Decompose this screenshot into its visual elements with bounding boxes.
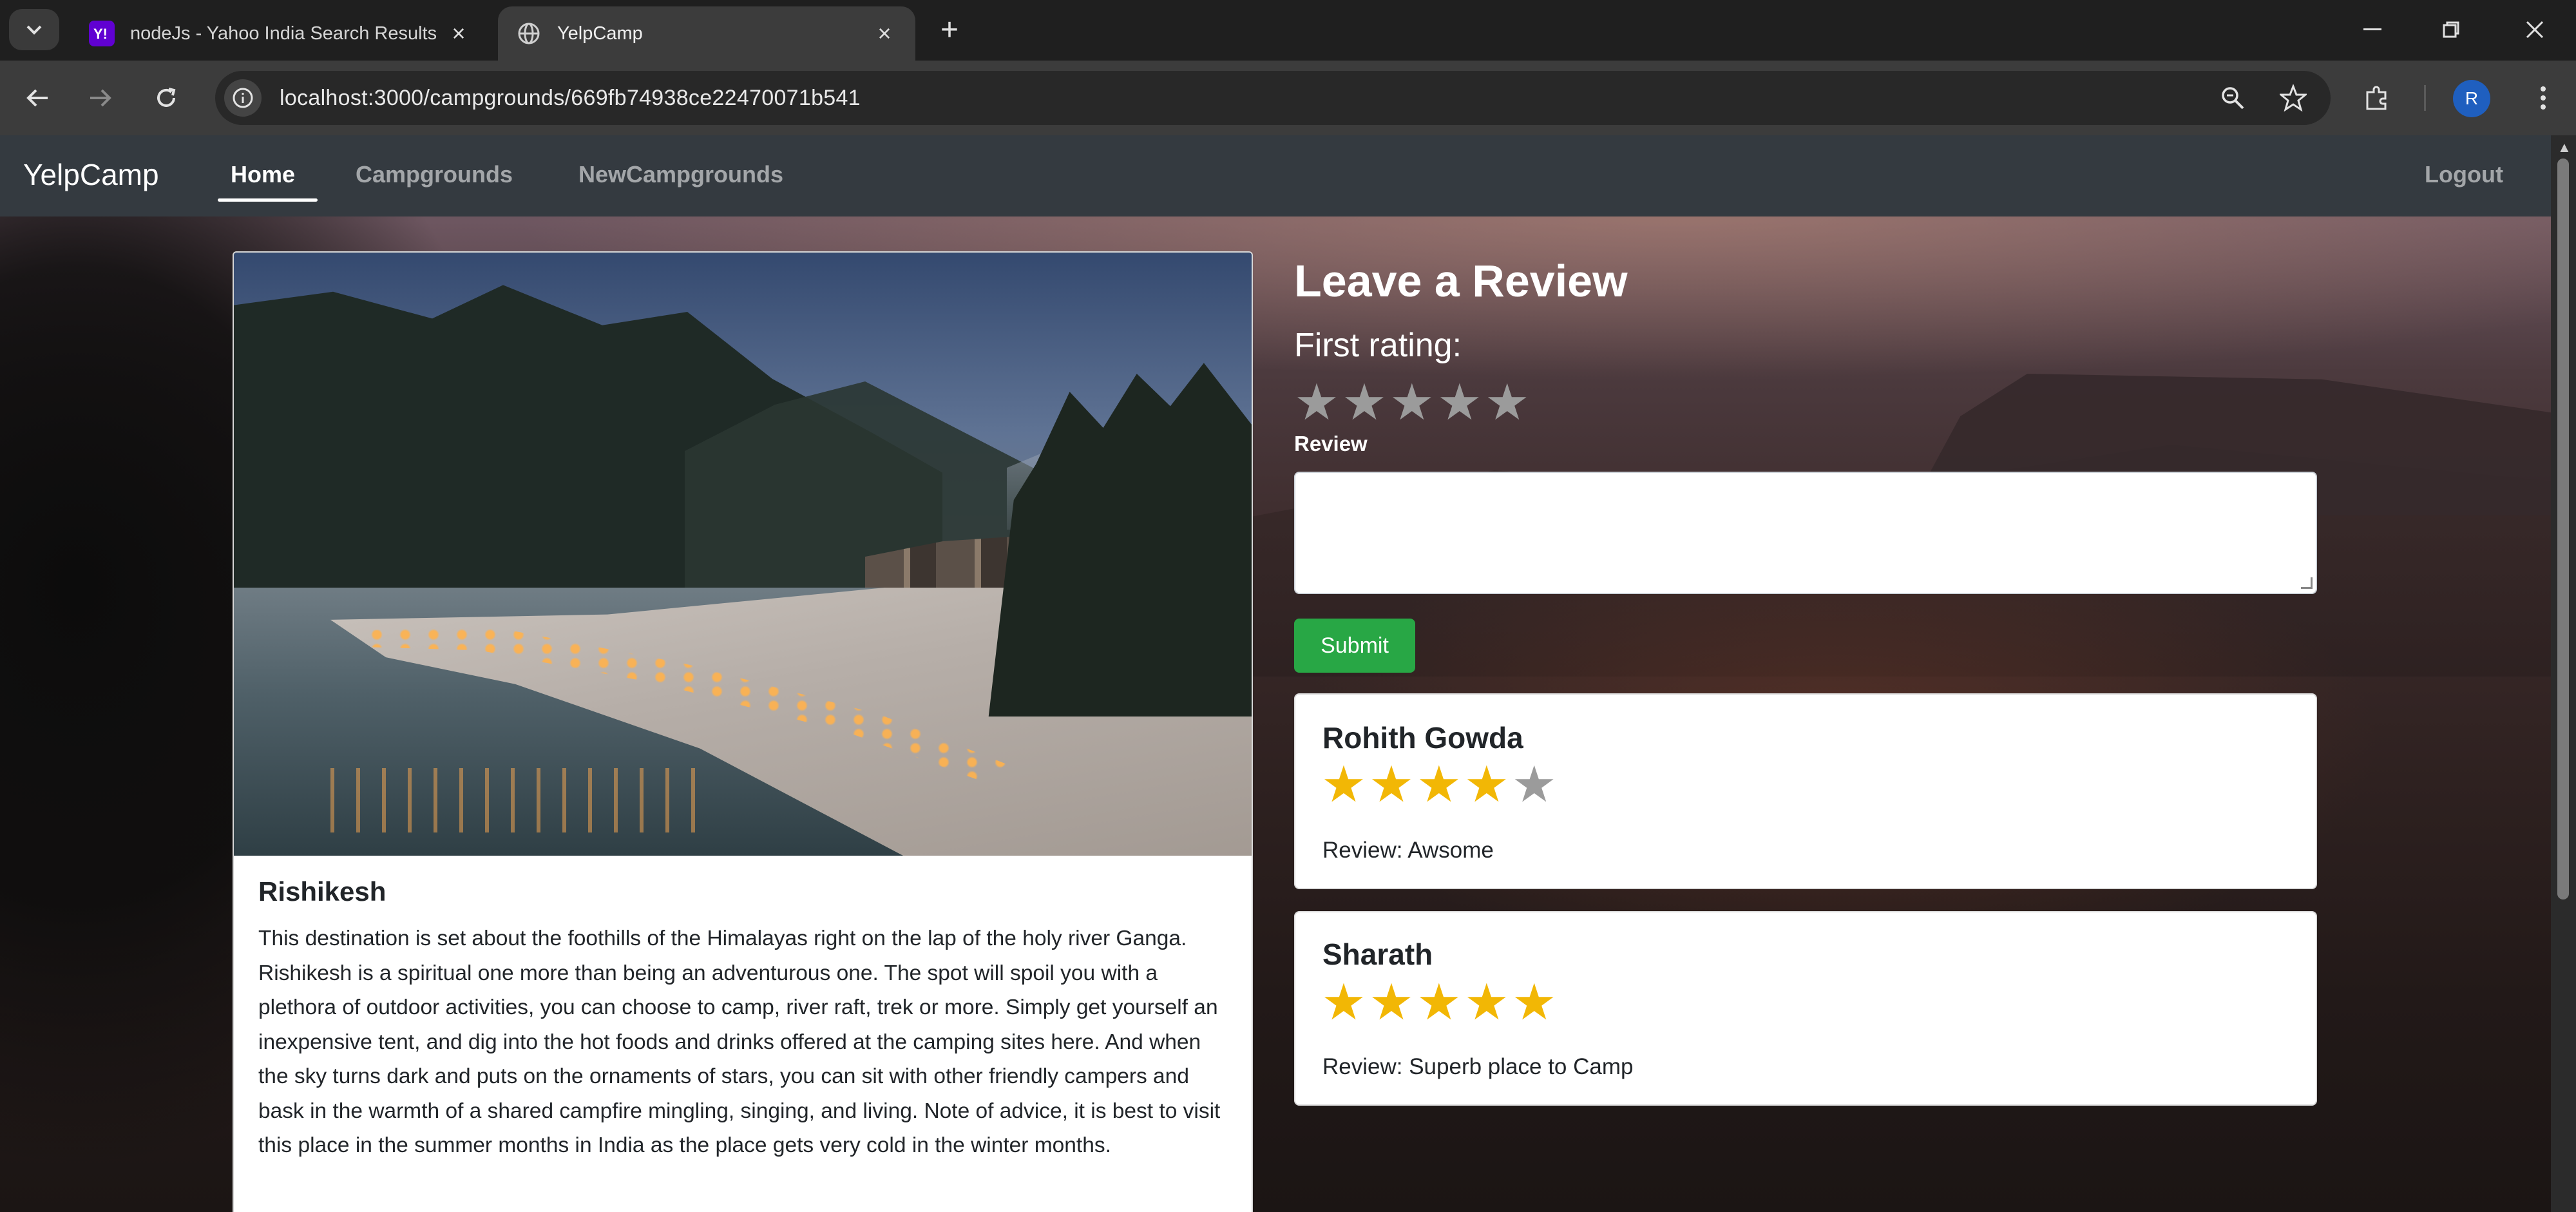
window-close-icon[interactable]: [2512, 9, 2557, 50]
rating-star-1[interactable]: ★: [1294, 377, 1339, 427]
scrollbar-thumb[interactable]: [2557, 159, 2569, 899]
minimize-icon[interactable]: [2350, 9, 2395, 50]
campground-title: Rishikesh: [258, 876, 386, 907]
review-star-rating: ★ ★ ★ ★ ★: [1321, 977, 1557, 1027]
browser-tabstrip: Y! nodeJs - Yahoo India Search Results ×…: [0, 0, 2576, 61]
url-text: localhost:3000/campgrounds/669fb74938ce2…: [280, 85, 861, 110]
site-navbar: YelpCamp Home Campgrounds NewCampgrounds…: [0, 135, 2576, 216]
review-card: Rohith Gowda ★ ★ ★ ★ ★ Review: Awsome: [1294, 693, 2317, 889]
review-author: Rohith Gowda: [1322, 721, 1523, 755]
tab-yahoo-search[interactable]: Y! nodeJs - Yahoo India Search Results ×: [71, 6, 490, 61]
zoom-icon[interactable]: [2213, 79, 2252, 117]
review-card: Sharath ★ ★ ★ ★ ★ Review: Superb place t…: [1294, 911, 2317, 1106]
star-filled-icon: ★: [1511, 974, 1557, 1030]
review-form-heading: Leave a Review: [1294, 256, 1628, 306]
extensions-puzzle-icon[interactable]: [2356, 77, 2398, 119]
kebab-menu-icon[interactable]: [2525, 77, 2561, 119]
rating-star-input[interactable]: ★ ★ ★ ★ ★: [1294, 377, 1530, 427]
star-filled-icon: ★: [1416, 974, 1462, 1030]
address-bar[interactable]: localhost:3000/campgrounds/669fb74938ce2…: [215, 71, 2331, 125]
campground-card-body: Rishikesh This destination is set about …: [258, 876, 1230, 1163]
rating-star-4[interactable]: ★: [1437, 377, 1482, 427]
toolbar-divider: [2424, 85, 2426, 111]
nav-link-home[interactable]: Home: [231, 161, 295, 188]
star-filled-icon: ★: [1321, 974, 1366, 1030]
close-icon[interactable]: ×: [872, 20, 897, 46]
textarea-resize-handle[interactable]: [2301, 577, 2313, 589]
tab-title: nodeJs - Yahoo India Search Results: [130, 23, 437, 44]
review-text: Review: Awsome: [1322, 838, 1494, 863]
nav-link-logout[interactable]: Logout: [2425, 161, 2503, 188]
yahoo-icon: Y!: [89, 21, 115, 46]
review-field-label: Review: [1294, 432, 1368, 456]
svg-text:Y!: Y!: [93, 26, 108, 41]
campground-description: This destination is set about the foothi…: [258, 927, 1221, 1157]
globe-icon: [516, 21, 542, 46]
scroll-up-icon[interactable]: ▲: [2557, 139, 2571, 156]
rating-star-5[interactable]: ★: [1485, 377, 1530, 427]
forward-arrow-icon[interactable]: [80, 77, 121, 119]
navbar-brand[interactable]: YelpCamp: [23, 157, 159, 192]
rating-label: First rating:: [1294, 327, 1462, 364]
star-filled-icon: ★: [1464, 974, 1509, 1030]
star-empty-icon: ★: [1511, 756, 1557, 813]
new-tab-plus-icon[interactable]: +: [931, 12, 968, 48]
campground-card: Rishikesh This destination is set about …: [233, 251, 1253, 1212]
star-filled-icon: ★: [1464, 756, 1509, 813]
nav-link-new-campgrounds[interactable]: NewCampgrounds: [578, 161, 783, 188]
tab-search-button[interactable]: [9, 9, 59, 50]
site-info-icon[interactable]: [224, 79, 262, 117]
rating-star-2[interactable]: ★: [1342, 377, 1387, 427]
browser-toolbar: localhost:3000/campgrounds/669fb74938ce2…: [0, 61, 2576, 135]
submit-review-button[interactable]: Submit: [1294, 619, 1415, 673]
star-filled-icon: ★: [1368, 974, 1414, 1030]
star-filled-icon: ★: [1321, 756, 1366, 813]
star-filled-icon: ★: [1416, 756, 1462, 813]
restore-icon[interactable]: [2428, 9, 2474, 50]
star-filled-icon: ★: [1368, 756, 1414, 813]
bookmark-star-icon[interactable]: [2274, 79, 2313, 117]
review-text: Review: Superb place to Camp: [1322, 1054, 1634, 1079]
profile-avatar[interactable]: R: [2453, 80, 2490, 117]
nav-link-campgrounds[interactable]: Campgrounds: [356, 161, 513, 188]
back-arrow-icon[interactable]: [17, 77, 58, 119]
page-scrollbar[interactable]: ▲: [2551, 135, 2576, 1212]
nav-active-underline: [218, 198, 318, 202]
close-icon[interactable]: ×: [446, 20, 472, 46]
page-viewport: YelpCamp Home Campgrounds NewCampgrounds…: [0, 135, 2576, 1212]
review-textarea[interactable]: [1294, 472, 2317, 594]
review-author: Sharath: [1322, 938, 1433, 971]
campground-image: [234, 253, 1252, 856]
reload-icon[interactable]: [146, 77, 187, 119]
tab-yelpcamp[interactable]: YelpCamp ×: [498, 6, 915, 61]
review-star-rating: ★ ★ ★ ★ ★: [1321, 759, 1557, 809]
chevron-down-icon: [26, 25, 42, 35]
tab-title: YelpCamp: [557, 23, 643, 44]
rating-star-3[interactable]: ★: [1389, 377, 1435, 427]
